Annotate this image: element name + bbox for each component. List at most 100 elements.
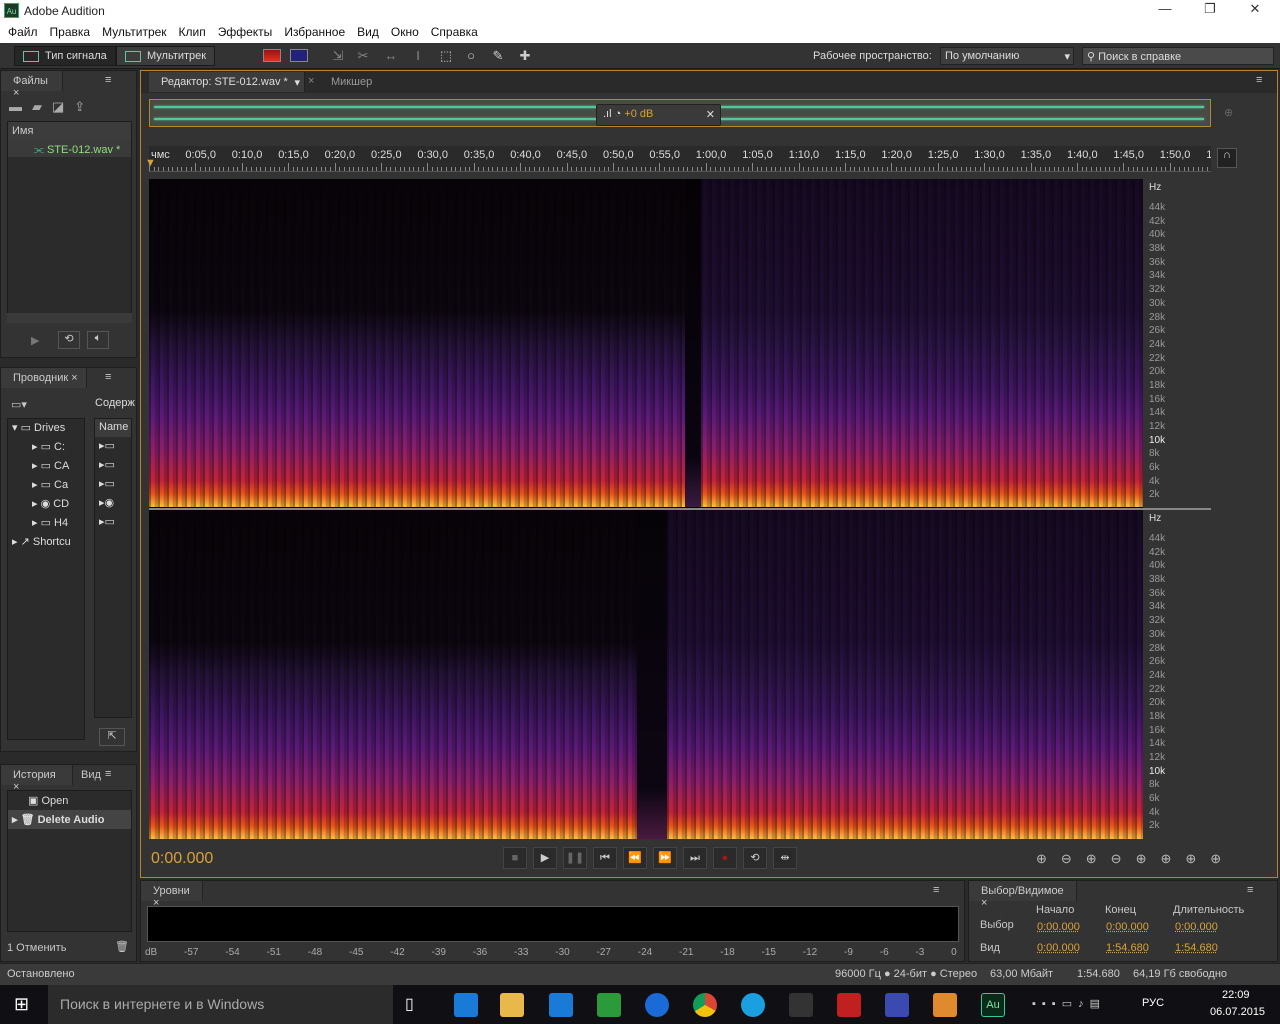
play-button[interactable]: ▶ — [533, 847, 557, 869]
pen-app-icon[interactable] — [789, 993, 813, 1017]
panel-menu-icon[interactable]: ≡ — [105, 768, 111, 780]
minimize-button[interactable]: — — [1150, 1, 1180, 16]
skip-selection-button[interactable]: ⇹ — [773, 847, 797, 869]
floppy-icon[interactable] — [885, 993, 909, 1017]
tab-selection-view[interactable]: Выбор/Видимое × — [969, 881, 1077, 909]
pause-button[interactable]: ❚❚ — [563, 847, 587, 869]
playhead-icon[interactable]: ▼ — [145, 157, 156, 169]
close-tab-icon[interactable]: × — [308, 75, 314, 87]
tray-icons[interactable]: ▪▪▪▭♪▤ — [1032, 997, 1106, 1010]
menu-view[interactable]: Вид — [351, 22, 385, 43]
internet-explorer-icon[interactable] — [645, 993, 669, 1017]
maximize-button[interactable]: ❐ — [1195, 1, 1225, 17]
brush-tool-icon[interactable]: ✎ — [490, 48, 506, 64]
chevron-down-icon[interactable]: ▾ — [294, 76, 300, 89]
menu-help[interactable]: Справка — [425, 22, 484, 43]
lasso-tool-icon[interactable]: ○ — [463, 48, 479, 64]
move-tool-icon[interactable]: ⇲ — [330, 48, 346, 64]
clock-time[interactable]: 22:09 — [1222, 989, 1250, 1001]
tab-editor[interactable]: Редактор: STE-012.wav * ▾ — [149, 72, 305, 92]
time-selection-icon[interactable]: I — [410, 48, 426, 64]
waveform-display-icon[interactable] — [290, 49, 308, 62]
menu-file[interactable]: Файл — [2, 22, 44, 43]
view-duration[interactable]: 1:54.680 — [1175, 942, 1218, 954]
open-folder-icon[interactable]: ⇱ — [99, 728, 125, 746]
trash-icon[interactable]: 🗑︎ — [115, 940, 129, 953]
audition-taskbar-icon[interactable]: Au — [981, 993, 1005, 1017]
spectral-view-icon[interactable] — [263, 49, 281, 62]
view-start[interactable]: 0:00.000 — [1037, 942, 1080, 954]
loop-icon[interactable]: ⟲ — [58, 331, 80, 349]
panel-menu-icon[interactable]: ≡ — [1256, 74, 1262, 86]
record-button[interactable]: ● — [713, 847, 737, 869]
razor-tool-icon[interactable]: ✂ — [355, 48, 371, 64]
panel-menu-icon[interactable]: ≡ — [933, 884, 939, 896]
workspace-select[interactable]: По умолчанию ▾ — [940, 47, 1074, 65]
zoom-controls[interactable]: ⊕⊖⊕⊖⊕⊕⊕⊕ — [1036, 851, 1235, 867]
snap-magnet-icon[interactable]: ∩ — [1217, 148, 1237, 168]
tree-item-drive[interactable]: ▸ ▭ C: — [8, 438, 84, 457]
tree-item-drive[interactable]: ▸ ▭ H4 — [8, 514, 84, 533]
view-end[interactable]: 1:54.680 — [1106, 942, 1149, 954]
tab-levels[interactable]: Уровни × — [141, 881, 203, 909]
computer-icon[interactable]: ▭▾ — [11, 398, 27, 411]
skip-to-start-button[interactable]: ⏮ — [593, 847, 617, 869]
files-scrollbar[interactable] — [7, 313, 132, 323]
windows-start-icon[interactable]: ⊞ — [14, 994, 29, 1015]
selection-end[interactable]: 0:00.000 — [1106, 921, 1149, 933]
history-item-selected[interactable]: ▸ 🗑︎ Delete Audio — [8, 810, 131, 829]
task-view-icon[interactable]: ▯ — [405, 994, 414, 1014]
tree-item-drives[interactable]: ▾ ▭ Drives — [8, 419, 84, 438]
files-column-header[interactable]: Имя — [8, 122, 131, 140]
menu-effects[interactable]: Эффекты — [212, 22, 279, 43]
spot-healing-icon[interactable]: ✚ — [517, 48, 533, 64]
selection-start[interactable]: 0:00.000 — [1037, 921, 1080, 933]
menu-edit[interactable]: Правка — [44, 22, 97, 43]
history-item[interactable]: ▣ Open — [8, 791, 131, 810]
help-search-input[interactable]: ⚲ Поиск в справке — [1082, 47, 1274, 65]
menu-multitrack[interactable]: Мультитрек — [96, 22, 172, 43]
fast-forward-button[interactable]: ⏩ — [653, 847, 677, 869]
selection-duration[interactable]: 0:00.000 — [1175, 921, 1218, 933]
pin-icon[interactable]: ✕ — [706, 108, 715, 121]
menu-clip[interactable]: Клип — [173, 22, 212, 43]
play-icon[interactable]: ▶ — [31, 334, 39, 347]
tab-explorer[interactable]: Проводник × — [1, 368, 87, 388]
media-player-icon[interactable] — [933, 993, 957, 1017]
loop-button[interactable]: ⟲ — [743, 847, 767, 869]
gain-value[interactable]: +0 dB — [624, 108, 653, 120]
panel-menu-icon[interactable]: ≡ — [105, 74, 111, 86]
clock-date[interactable]: 06.07.2015 — [1210, 1006, 1265, 1018]
name-column-header[interactable]: Name — [95, 419, 131, 437]
current-time[interactable]: 0:00.000 — [151, 850, 213, 868]
zoom-icon[interactable]: ⊕ — [1224, 106, 1233, 119]
menu-window[interactable]: Окно — [385, 22, 425, 43]
file-explorer-icon[interactable] — [500, 993, 524, 1017]
file-item[interactable]: ⫘ STE-012.wav * — [8, 140, 131, 157]
rewind-button[interactable]: ⏪ — [623, 847, 647, 869]
tree-item-drive[interactable]: ▸ ◉ CD — [8, 495, 84, 514]
taskbar-search[interactable]: Поиск в интернете и в Windows — [48, 985, 393, 1024]
utorrent-icon[interactable] — [597, 993, 621, 1017]
panel-menu-icon[interactable]: ≡ — [105, 371, 111, 383]
aida64-icon[interactable] — [837, 993, 861, 1017]
spectral-display[interactable]: Hz 44k 42k 40k 38k 36k 34k 32k 30k 28k 26k 24k 22k 20… — [149, 179, 1211, 839]
tab-history[interactable]: История × — [1, 765, 73, 793]
tab-mixer[interactable]: Микшер — [331, 76, 372, 88]
files-toolbar-icons[interactable]: ▬▰◪⇪ — [9, 99, 95, 115]
stop-button[interactable]: ■ — [503, 847, 527, 869]
store-icon[interactable] — [549, 993, 573, 1017]
speaker-icon[interactable]: 🔈︎ — [87, 331, 109, 349]
tab-files[interactable]: Файлы × — [1, 71, 63, 99]
waveform-view-button[interactable]: Тип сигнала — [14, 46, 116, 66]
contents-items[interactable]: ▸▭ ▸▭ ▸▭ ▸◉ ▸▭ — [95, 437, 131, 532]
hud-gain[interactable]: .ıl ◔ +0 dB ✕ — [596, 104, 721, 126]
panel-menu-icon[interactable]: ≡ — [1247, 884, 1253, 896]
tree-item-drive[interactable]: ▸ ▭ CA — [8, 457, 84, 476]
multitrack-view-button[interactable]: Мультитрек — [116, 46, 216, 66]
skype-icon[interactable] — [741, 993, 765, 1017]
marquee-tool-icon[interactable]: ⬚ — [438, 48, 454, 64]
time-ruler[interactable]: чмс 0:05,0 0:10,0 0:15,0 0:20,0 0:25,0 0:30,0 0… — [149, 146, 1211, 172]
tab-video[interactable]: Вид — [81, 769, 101, 781]
tree-item-shortcuts[interactable]: ▸ ↗ Shortcu — [8, 533, 84, 552]
